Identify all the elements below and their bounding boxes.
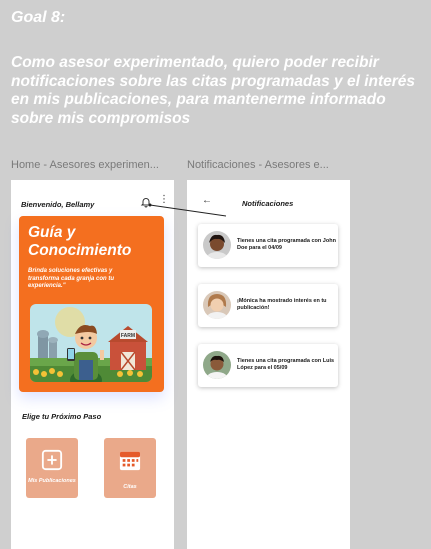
my-publications-label: Mis Publicaciones	[28, 478, 76, 484]
notifications-title: Notificaciones	[242, 199, 294, 208]
calendar-icon	[119, 451, 141, 471]
home-frame-label: Home - Asesores experimen...	[11, 159, 159, 171]
back-arrow-icon[interactable]: ←	[202, 195, 212, 206]
farm-illustration: FARM	[30, 304, 152, 382]
appointments-label: Citas	[123, 484, 137, 490]
notifications-screen: ← Notificaciones Tienes una cita program…	[187, 180, 350, 549]
notification-text: ¡Mónica ha mostrado interés en tu public…	[237, 298, 327, 311]
goal-description: Como asesor experimentado, quiero poder …	[11, 54, 416, 127]
notification-card[interactable]: Tienes una cita programada con Luis Lópe…	[198, 344, 338, 387]
notification-card[interactable]: Tienes una cita programada con John Doe …	[198, 224, 338, 267]
notification-text: Tienes una cita programada con John Doe …	[237, 238, 336, 251]
plus-square-icon	[41, 449, 63, 471]
avatar	[203, 291, 231, 319]
avatar	[203, 231, 231, 259]
hero-subtitle: Brinda soluciones efectivas y transforma…	[28, 268, 115, 289]
goal-title: Goal 8:	[11, 9, 66, 26]
bell-icon[interactable]	[140, 196, 152, 208]
my-publications-button[interactable]: Mis Publicaciones	[26, 438, 78, 498]
welcome-text: Bienvenido, Bellamy	[21, 200, 95, 209]
hero-card: Guía y Conocimiento Brinda soluciones ef…	[19, 216, 164, 392]
notification-card[interactable]: ¡Mónica ha mostrado interés en tu public…	[198, 284, 338, 327]
notification-text: Tienes una cita programada con Luis Lópe…	[237, 358, 335, 371]
more-menu-icon[interactable]: ⋮	[159, 194, 169, 205]
next-step-heading: Elige tu Próximo Paso	[22, 412, 102, 421]
home-screen: Bienvenido, Bellamy ⋮ Guía y Conocimient…	[11, 180, 174, 549]
appointments-button[interactable]: Citas	[104, 438, 156, 498]
notifications-frame-label: Notificaciones - Asesores e...	[187, 159, 329, 171]
avatar	[203, 351, 231, 379]
hero-title: Guía y Conocimiento	[28, 224, 132, 259]
farm-sign-text: FARM	[121, 333, 135, 339]
